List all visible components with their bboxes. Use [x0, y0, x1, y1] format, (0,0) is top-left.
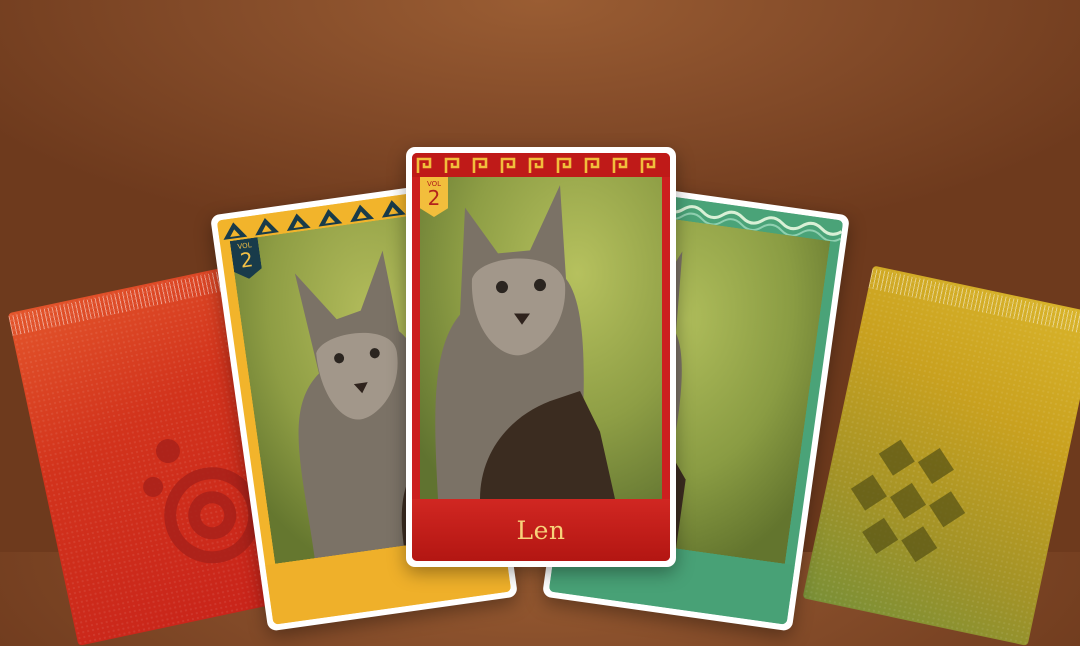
volume-number: 2	[238, 247, 255, 273]
card-frame: VOL 2 Len	[412, 153, 670, 561]
cougar-cub-image-icon	[420, 177, 662, 499]
pack-opening-stage: VOL 2 VOL 2 Len	[0, 0, 1080, 646]
cougar-cub-photo	[420, 177, 662, 499]
card-name: Len	[516, 515, 566, 545]
volume-number: 2	[427, 186, 441, 210]
card-red-featured[interactable]: VOL 2 Len	[406, 147, 676, 567]
greek-key-border	[412, 153, 670, 177]
card-pack-yellow[interactable]	[802, 265, 1080, 646]
greek-key-pattern-icon	[416, 157, 656, 173]
